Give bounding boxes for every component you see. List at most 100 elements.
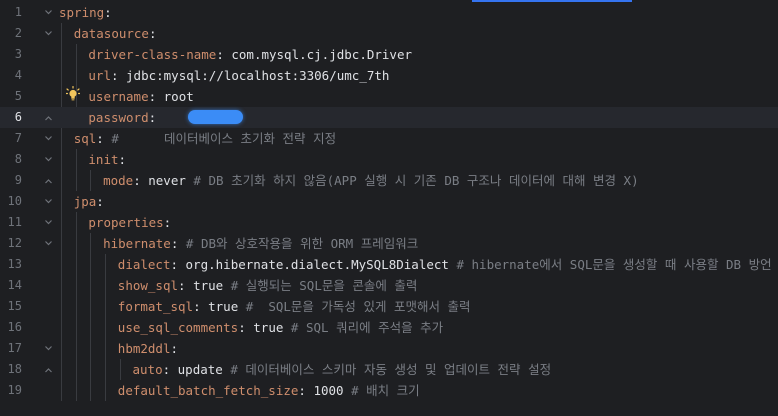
code-line[interactable]: 5 username: root [0,86,778,107]
code-text[interactable]: default_batch_fetch_size: 1000 # 배치 크기 [118,380,420,401]
code-comment: 방언 지정 [748,257,772,272]
code-comment: hibernate [471,257,540,272]
code-comment: X [623,173,632,188]
line-number[interactable]: 11 [0,212,22,233]
code-line[interactable]: 18 auto: update # 데이터베이스 스키마 자동 생성 및 업데이트… [0,359,778,380]
code-comment: 실행 시 기존 [356,173,445,188]
code-comment: # 데이터베이스 스키마 자동 생성 및 업데이트 전략 설정 [230,362,552,377]
code-text[interactable]: show_sql: true # 실행되는 SQL문을 콘솔에 출력 [118,275,418,296]
code-text[interactable]: password: [88,107,156,128]
yaml-value: : true [238,320,291,335]
code-line[interactable]: 1 spring: [0,2,778,23]
code-line[interactable]: 11 properties: [0,212,778,233]
code-text[interactable]: hbm2ddl: [118,338,178,359]
code-comment: ORM [330,236,354,251]
code-text[interactable]: auto: update # 데이터베이스 스키마 자동 생성 및 업데이트 전… [133,359,552,380]
line-number[interactable]: 18 [0,359,22,380]
yaml-key: mode [103,173,134,188]
line-number[interactable]: 14 [0,275,22,296]
line-number[interactable]: 5 [0,86,22,107]
code-line[interactable]: 14 show_sql: true # 실행되는 SQL문을 콘솔에 출력 [0,275,778,296]
yaml-key: spring [59,5,105,20]
yaml-value: : [148,26,157,41]
yaml-value: : [163,215,172,230]
code-comment: DB [208,173,224,188]
code-comment: SQL [305,320,329,335]
code-comment: # [193,173,209,188]
code-text[interactable]: mode: never # DB 초기화 하지 않음(APP 실행 시 기존 D… [103,170,639,191]
code-comment: 프레임워크 [353,236,419,251]
code-line[interactable]: 16 use_sql_comments: true # SQL 쿼리에 주석을 추… [0,317,778,338]
yaml-key: driver-class-name [88,47,217,62]
code-comment: DB [725,257,742,272]
code-text[interactable]: username: root [88,86,193,107]
code-comment: 문을 생성할 때 사용할 [592,257,726,272]
yaml-value: : com.mysql.cj.jdbc.Driver [216,47,412,62]
line-number[interactable]: 13 [0,254,22,275]
code-editor[interactable]: 1 spring: 2 datasource: 3 driver-class-name: … [0,0,778,416]
code-text[interactable]: hibernate: # DB와 상호작용을 위한 ORM 프레임워크 [103,233,418,254]
yaml-key: hbm2ddl [117,341,171,356]
code-line[interactable]: 12 hibernate: # DB와 상호작용을 위한 ORM 프레임워크 [0,233,778,254]
code-line[interactable]: 13 dialect: org.hibernate.dialect.MySQL8D… [0,254,778,275]
code-line[interactable]: 15 format_sql: true # SQL문을 가독성 있게 포맷해서 출… [0,296,778,317]
code-line[interactable]: 19 default_batch_fetch_size: 1000 # 배치 크기 [0,380,778,401]
code-line[interactable]: 7 sql: # 데이터베이스 초기화 전략 지정 [0,128,778,149]
line-number[interactable]: 4 [0,65,22,86]
code-comment: # [245,299,269,314]
code-line[interactable]: 17 hbm2ddl: [0,338,778,359]
code-comment: # 배치 크기 [351,383,420,398]
code-line[interactable]: 9 mode: never # DB 초기화 하지 않음(APP 실행 시 기존 … [0,170,778,191]
yaml-value: : [170,341,179,356]
yaml-key: password [88,110,149,125]
code-comment: 문을 콘솔에 출력 [321,278,418,293]
code-text[interactable]: jpa: [74,191,104,212]
code-comment: DB [200,236,217,251]
code-text[interactable]: format_sql: true # SQL문을 가독성 있게 포맷해서 출력 [118,296,471,317]
code-text[interactable]: driver-class-name: com.mysql.cj.jdbc.Dri… [88,44,412,65]
yaml-key: jpa [73,194,97,209]
code-line[interactable]: 3 driver-class-name: com.mysql.cj.jdbc.Dr… [0,44,778,65]
yaml-value: : [118,152,127,167]
lightbulb-icon[interactable] [66,86,80,102]
code-comment: 구조나 데이터에 대해 변경 [459,173,624,188]
line-number[interactable]: 9 [0,170,22,191]
yaml-value: : true [193,299,246,314]
code-text[interactable]: dialect: org.hibernate.dialect.MySQL8Dia… [118,254,778,275]
code-comment: SQL [569,257,593,272]
yaml-value: : [96,194,104,209]
yaml-key: auto [132,362,163,377]
code-line[interactable]: 8 init: [0,149,778,170]
yaml-key: sql [73,131,97,146]
line-number[interactable]: 17 [0,338,22,359]
code-line[interactable]: 2 datasource: [0,23,778,44]
code-line[interactable]: 10 jpa: [0,191,778,212]
line-number[interactable]: 6 [0,107,22,128]
code-text[interactable]: datasource: [74,23,157,44]
yaml-key: use_sql_comments [117,320,239,335]
code-text[interactable]: use_sql_comments: true # SQL 쿼리에 주석을 추가 [118,317,443,338]
code-comment: SQL [268,299,291,314]
code-line[interactable]: 6 password: [0,107,778,128]
code-comment: APP [334,173,357,188]
line-number[interactable]: 16 [0,317,22,338]
line-number[interactable]: 7 [0,128,22,149]
line-number[interactable]: 2 [0,23,22,44]
line-number[interactable]: 3 [0,44,22,65]
line-number[interactable]: 19 [0,380,22,401]
line-number[interactable]: 1 [0,2,22,23]
line-number[interactable]: 8 [0,149,22,170]
line-number[interactable]: 12 [0,233,22,254]
yaml-key: url [88,68,111,83]
code-text[interactable]: properties: [88,212,171,233]
yaml-key: properties [88,215,164,230]
code-text[interactable]: sql: # 데이터베이스 초기화 전략 지정 [74,128,336,149]
yaml-value: : [170,236,186,251]
line-number[interactable]: 15 [0,296,22,317]
code-text[interactable]: spring: [59,2,112,23]
code-comment: # [185,236,201,251]
line-number[interactable]: 10 [0,191,22,212]
code-text[interactable]: url: jdbc:mysql://localhost:3306/umc_7th [88,65,389,86]
code-text[interactable]: init: [88,149,126,170]
code-line[interactable]: 4 url: jdbc:mysql://localhost:3306/umc_7t… [0,65,778,86]
